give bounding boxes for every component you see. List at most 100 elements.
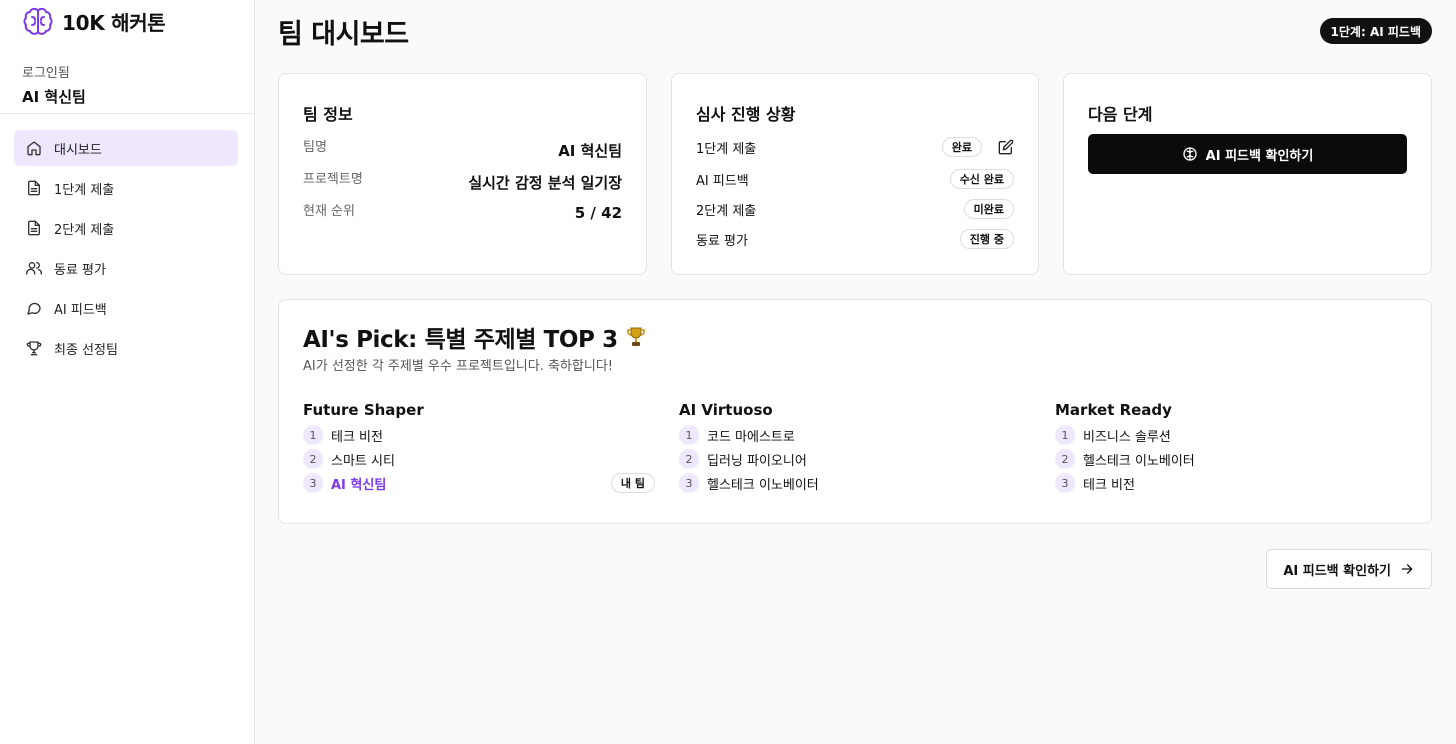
sidebar-item-label: 동료 평가 [54, 262, 106, 278]
list-item-my-team: 3 AI 혁신팀 내 팀 [303, 471, 655, 495]
info-value: AI 혁신팀 [558, 142, 622, 160]
next-step-card: 다음 단계 AI 피드백 확인하기 [1063, 73, 1432, 275]
stage-badge: 1단계: AI 피드백 [1319, 18, 1432, 44]
status-badge: 수신 완료 [949, 169, 1014, 189]
rank-number: 3 [303, 473, 323, 493]
sidebar-item-label: AI 피드백 [54, 302, 107, 318]
card-title: 심사 진행 상황 [696, 105, 796, 124]
info-row-team-name: 팀명 AI 혁신팀 [303, 136, 622, 161]
team-name: 스마트 시티 [331, 453, 395, 469]
rank-number: 2 [679, 449, 699, 469]
team-name: 코드 마에스트로 [707, 429, 795, 445]
team-name: 비즈니스 솔루션 [1083, 429, 1171, 445]
sidebar-item-label: 최종 선정팀 [54, 342, 118, 358]
ai-pick-title-text: AI's Pick: 특별 주제별 TOP 3 [303, 327, 618, 353]
users-icon [26, 260, 42, 276]
login-label: 로그인됨 [22, 66, 70, 81]
list-item: 2 스마트 시티 [303, 447, 655, 471]
sidebar-divider [0, 113, 254, 114]
rank-number: 1 [303, 425, 323, 445]
status-row-peer-review: 동료 평가 진행 중 [696, 228, 1014, 250]
list-item: 2 딥러닝 파이오니어 [679, 447, 1031, 471]
info-key: 프로젝트명 [303, 172, 363, 187]
review-status-card: 심사 진행 상황 1단계 제출 완료 AI 피드백 수신 완료 2단계 제출 미… [671, 73, 1039, 275]
status-badge: 완료 [941, 137, 982, 157]
category-market-ready: Market Ready 1 비즈니스 솔루션 2 헬스테크 이노베이터 3 테… [1055, 401, 1407, 495]
trophy-icon [26, 340, 42, 356]
list-item: 1 비즈니스 솔루션 [1055, 423, 1407, 447]
status-row-stage2: 2단계 제출 미완료 [696, 198, 1014, 220]
sidebar: 10K 해커톤 로그인됨 AI 혁신팀 대시보드 1단계 제출 2단계 제출 동… [0, 0, 255, 744]
document-icon [26, 220, 42, 236]
category-ai-virtuoso: AI Virtuoso 1 코드 마에스트로 2 딥러닝 파이오니어 3 헬스테… [679, 401, 1031, 495]
home-icon [26, 140, 42, 156]
category-title: Future Shaper [303, 401, 424, 419]
sidebar-item-label: 1단계 제출 [54, 182, 115, 198]
brain-icon [1182, 147, 1197, 161]
status-row-stage1: 1단계 제출 완료 [696, 136, 1014, 158]
button-label: AI 피드백 확인하기 [1283, 563, 1391, 579]
sidebar-item-ai-feedback[interactable]: AI 피드백 [14, 290, 238, 326]
team-name: AI 혁신팀 [331, 477, 387, 493]
brand-logo[interactable]: 10K 해커톤 [22, 5, 166, 37]
status-label: 2단계 제출 [696, 203, 757, 219]
page-title: 팀 대시보드 [278, 19, 409, 50]
info-row-project-name: 프로젝트명 실시간 감정 분석 일기장 [303, 168, 622, 193]
status-label: 1단계 제출 [696, 141, 757, 157]
team-name: 테크 비전 [331, 429, 383, 445]
category-title: Market Ready [1055, 401, 1172, 419]
sidebar-nav: 대시보드 1단계 제출 2단계 제출 동료 평가 AI 피드백 최종 선정팀 [14, 130, 238, 370]
view-ai-feedback-link-button[interactable]: AI 피드백 확인하기 [1266, 549, 1432, 589]
list-item: 2 헬스테크 이노베이터 [1055, 447, 1407, 471]
document-icon [26, 180, 42, 196]
info-value: 5 / 42 [574, 204, 622, 222]
info-value: 실시간 감정 분석 일기장 [468, 174, 622, 192]
rank-number: 3 [679, 473, 699, 493]
card-title: 다음 단계 [1088, 105, 1153, 124]
info-key: 현재 순위 [303, 204, 355, 219]
status-row-ai-feedback: AI 피드백 수신 완료 [696, 168, 1014, 190]
sidebar-item-stage2-submit[interactable]: 2단계 제출 [14, 210, 238, 246]
status-label: 동료 평가 [696, 233, 748, 249]
my-team-badge: 내 팀 [610, 473, 655, 493]
status-label: AI 피드백 [696, 173, 749, 189]
sidebar-item-final-teams[interactable]: 최종 선정팀 [14, 330, 238, 366]
rank-number: 3 [1055, 473, 1075, 493]
ai-pick-title: AI's Pick: 특별 주제별 TOP 3 [303, 320, 648, 354]
list-item: 3 헬스테크 이노베이터 [679, 471, 1031, 495]
sidebar-item-stage1-submit[interactable]: 1단계 제출 [14, 170, 238, 206]
category-title: AI Virtuoso [679, 401, 773, 419]
arrow-right-icon [1401, 564, 1413, 574]
edit-icon[interactable] [998, 139, 1014, 155]
category-future-shaper: Future Shaper 1 테크 비전 2 스마트 시티 3 AI 혁신팀 … [303, 401, 655, 495]
info-row-rank: 현재 순위 5 / 42 [303, 200, 622, 222]
list-item: 3 테크 비전 [1055, 471, 1407, 495]
button-label: AI 피드백 확인하기 [1205, 148, 1314, 164]
team-name: 헬스테크 이노베이터 [707, 477, 819, 493]
team-name: 헬스테크 이노베이터 [1083, 453, 1195, 469]
status-badge: 진행 중 [959, 229, 1014, 249]
app-name: 10K 해커톤 [62, 10, 166, 35]
ai-pick-card: AI's Pick: 특별 주제별 TOP 3 AI가 선정한 각 주제별 우수… [278, 299, 1432, 524]
sidebar-item-peer-review[interactable]: 동료 평가 [14, 250, 238, 286]
info-key: 팀명 [303, 140, 327, 155]
rank-number: 1 [1055, 425, 1075, 445]
message-icon [26, 300, 42, 316]
team-name: 테크 비전 [1083, 477, 1135, 493]
card-title: 팀 정보 [303, 105, 353, 124]
sidebar-item-dashboard[interactable]: 대시보드 [14, 130, 238, 166]
brain-icon [23, 7, 53, 35]
list-item: 1 코드 마에스트로 [679, 423, 1031, 447]
ai-pick-subtitle: AI가 선정한 각 주제별 우수 프로젝트입니다. 축하합니다! [303, 359, 613, 374]
trophy-icon [626, 327, 645, 346]
login-status: 로그인됨 AI 혁신팀 [22, 62, 86, 107]
list-item: 1 테크 비전 [303, 423, 655, 447]
status-badge: 미완료 [963, 199, 1014, 219]
sidebar-item-label: 대시보드 [54, 142, 102, 158]
sidebar-item-label: 2단계 제출 [54, 222, 115, 238]
view-ai-feedback-button[interactable]: AI 피드백 확인하기 [1088, 134, 1407, 174]
rank-number: 2 [303, 449, 323, 469]
login-team-name: AI 혁신팀 [22, 88, 86, 106]
rank-number: 1 [679, 425, 699, 445]
team-info-card: 팀 정보 팀명 AI 혁신팀 프로젝트명 실시간 감정 분석 일기장 현재 순위… [278, 73, 647, 275]
